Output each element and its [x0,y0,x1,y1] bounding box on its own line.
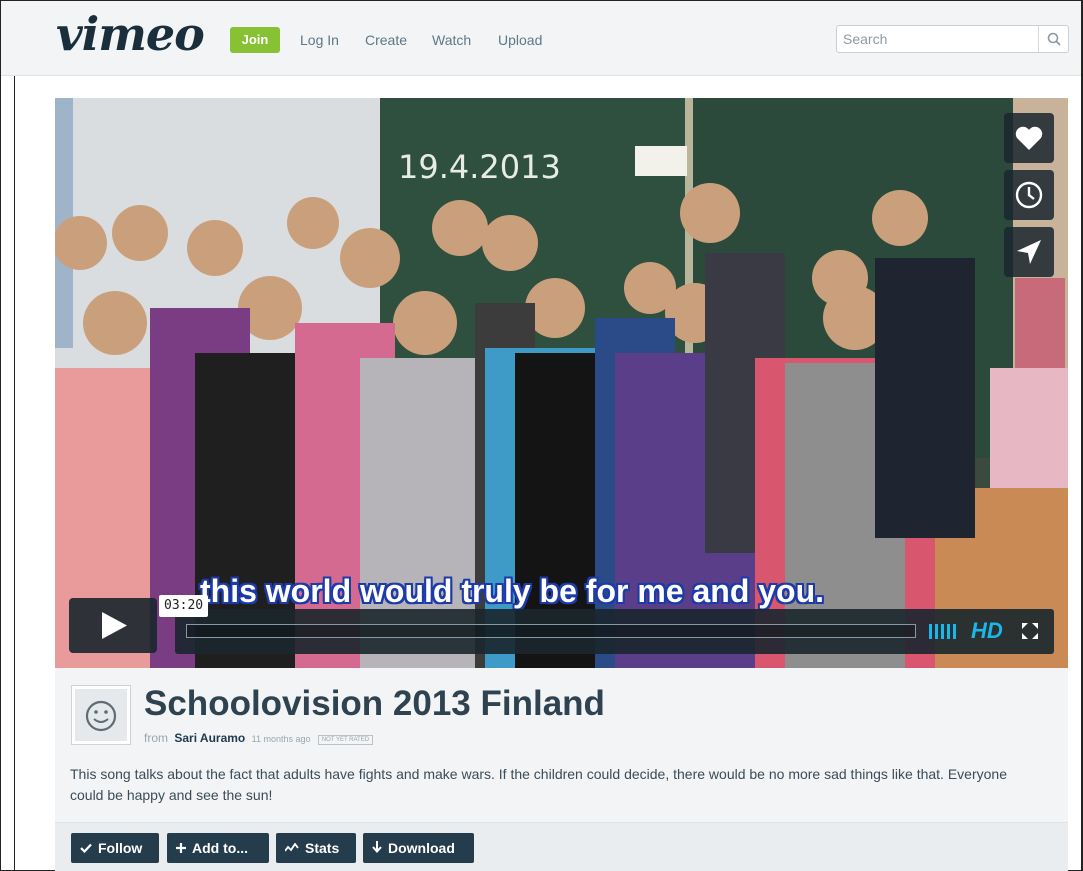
stats-button[interactable]: Stats [276,833,356,863]
chalkboard-date: 19.4.2013 [398,148,561,186]
video-description: This song talks about the fact that adul… [70,766,1007,803]
video-title: Schoolovision 2013 Finland [144,684,605,723]
video-player[interactable]: 19.4.2013 this world would truly be for … [55,98,1068,668]
smiley-face-icon [85,700,117,732]
download-label: Download [388,840,455,856]
search-button[interactable] [1038,26,1068,52]
action-bar: Follow Add to... Stats Download [55,822,1068,871]
nav-login[interactable]: Log In [300,32,339,48]
nav-watch[interactable]: Watch [432,32,471,48]
upload-time: 11 months ago [251,734,311,744]
video-subtitle: this world would truly be for me and you… [200,573,825,609]
author-link[interactable]: Sari Auramo [174,731,245,745]
play-button[interactable] [69,598,157,653]
stats-label: Stats [305,840,340,856]
play-icon [102,612,127,639]
hd-toggle[interactable]: HD [971,618,1003,644]
vimeo-logo[interactable]: vimeo [56,7,205,61]
volume-icon[interactable] [929,624,959,639]
rating-badge: NOT YET RATED [317,735,374,745]
nav-create[interactable]: Create [365,32,407,48]
check-icon [80,843,92,853]
watch-later-button[interactable] [1004,170,1054,220]
time-tooltip: 03:20 [159,595,209,617]
add-to-button[interactable]: Add to... [167,833,269,863]
share-button[interactable] [1004,227,1054,277]
byline: from Sari Auramo 11 months ago NOT YET R… [144,731,374,745]
plus-icon [176,843,186,853]
nav-upload[interactable]: Upload [498,32,542,48]
magnifier-icon [1047,32,1061,46]
byline-from: from [144,731,168,745]
avatar[interactable] [71,685,131,745]
player-controlbar: HD [175,609,1054,654]
stats-icon [285,843,299,852]
like-button[interactable] [1004,113,1054,163]
follow-button[interactable]: Follow [71,833,159,863]
heart-icon [1015,126,1043,150]
send-icon [1017,240,1041,264]
search-box [836,25,1069,53]
follow-label: Follow [98,840,143,856]
search-input[interactable] [843,29,1033,49]
progress-bar[interactable] [186,624,916,638]
clock-icon [1015,181,1043,209]
fullscreen-icon[interactable] [1020,621,1040,641]
join-button[interactable]: Join [230,27,280,53]
add-to-label: Add to... [192,840,248,856]
page-left-rule [14,76,15,871]
download-arrow-icon [372,841,382,853]
download-button[interactable]: Download [363,833,474,863]
site-header: vimeo Join Log In Create Watch Upload [1,1,1081,76]
